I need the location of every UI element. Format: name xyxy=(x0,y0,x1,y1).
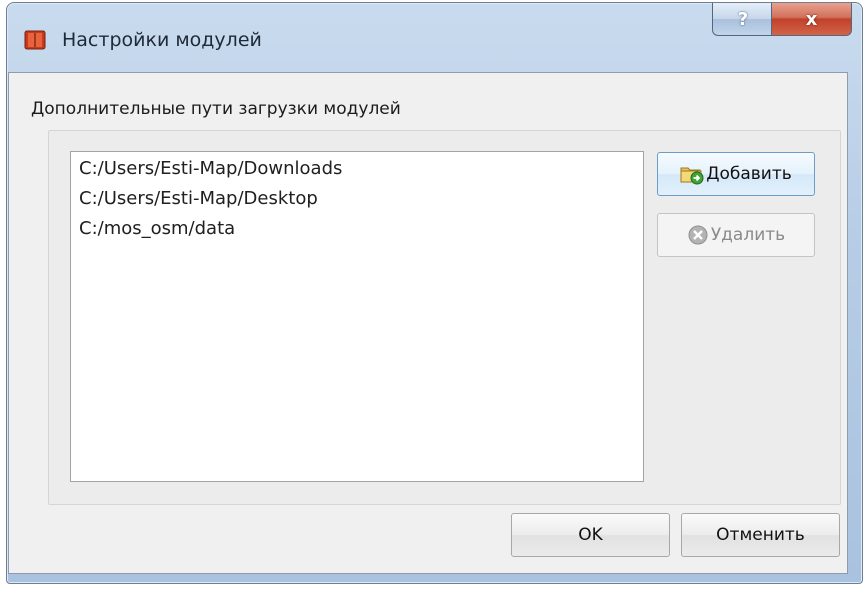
cancel-button-label: Отменить xyxy=(716,525,805,545)
delete-icon xyxy=(687,224,709,246)
ok-button[interactable]: OK xyxy=(511,513,670,557)
close-icon: x xyxy=(805,8,818,30)
add-button-label: Добавить xyxy=(706,164,792,184)
module-paths-list[interactable]: C:/Users/Esti-Map/Downloads C:/Users/Est… xyxy=(70,151,644,482)
help-icon: ? xyxy=(737,8,749,30)
title-bar[interactable]: Настройки модулей ? x xyxy=(7,3,862,75)
paths-section-label: Дополнительные пути загрузки модулей xyxy=(31,99,401,119)
window-title: Настройки модулей xyxy=(62,29,262,51)
book-icon xyxy=(24,29,46,51)
cancel-button[interactable]: Отменить xyxy=(681,513,840,557)
list-item[interactable]: C:/Users/Esti-Map/Downloads xyxy=(79,158,342,179)
help-button[interactable]: ? xyxy=(712,3,774,36)
list-item[interactable]: C:/Users/Esti-Map/Desktop xyxy=(79,188,318,209)
close-button[interactable]: x xyxy=(771,3,852,36)
delete-button-label: Удалить xyxy=(710,225,786,245)
list-item[interactable]: C:/mos_osm/data xyxy=(79,218,235,239)
add-path-button[interactable]: Добавить xyxy=(657,152,815,196)
delete-path-button[interactable]: Удалить xyxy=(657,213,815,257)
folder-add-icon xyxy=(680,163,704,185)
ok-button-label: OK xyxy=(578,525,603,545)
